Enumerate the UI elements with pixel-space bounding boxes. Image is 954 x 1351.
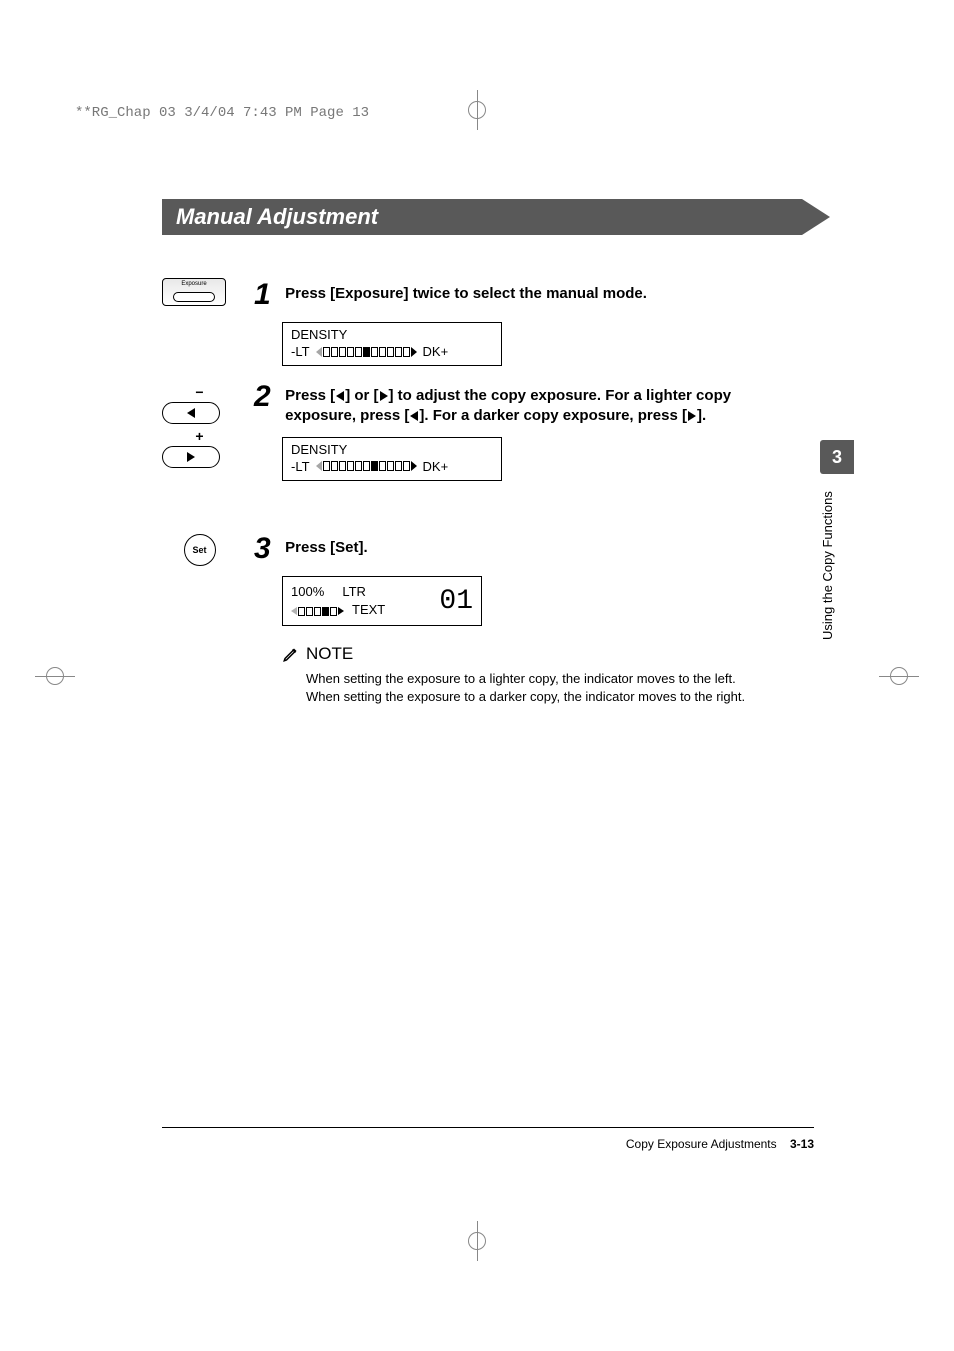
exposure-key-icon: Exposure bbox=[162, 278, 237, 306]
right-triangle-icon-2 bbox=[688, 411, 696, 421]
crop-mark-bottom-icon bbox=[457, 1221, 497, 1261]
footer: Copy Exposure Adjustments 3-13 bbox=[626, 1137, 814, 1151]
lcd3-mode: TEXT bbox=[352, 601, 385, 619]
set-key-icon-wrap: Set bbox=[162, 534, 237, 566]
note-heading: NOTE bbox=[306, 644, 353, 664]
minus-sign: − bbox=[162, 384, 237, 400]
print-header: **RG_Chap 03 3/4/04 7:43 PM Page 13 bbox=[75, 105, 369, 121]
arrow-keys-icon: − + bbox=[162, 384, 237, 472]
left-triangle-icon bbox=[336, 391, 344, 401]
chapter-label: Using the Copy Functions bbox=[820, 486, 835, 646]
crop-mark-left-icon bbox=[35, 656, 75, 696]
footer-rule bbox=[162, 1127, 814, 1128]
section-title: Manual Adjustment bbox=[162, 199, 802, 235]
set-key-icon: Set bbox=[184, 534, 216, 566]
step-2-text: Press [] or [] to adjust the copy exposu… bbox=[285, 380, 785, 427]
step-2: − + 2 Press [] or [] to adjust the copy … bbox=[162, 380, 802, 481]
chapter-number: 3 bbox=[820, 440, 854, 474]
crop-mark-right-icon bbox=[879, 656, 919, 696]
s2-frag-a: Press [ bbox=[285, 387, 335, 404]
mini-density-bar-icon bbox=[291, 607, 344, 616]
lcd1-title: DENSITY bbox=[291, 327, 493, 342]
exposure-key-label: Exposure bbox=[181, 281, 206, 287]
note-body: When setting the exposure to a lighter c… bbox=[282, 670, 752, 706]
right-triangle-icon bbox=[380, 391, 388, 401]
lcd3-count: 01 bbox=[439, 586, 473, 617]
s2-frag-d: ]. For a darker copy exposure, press [ bbox=[419, 407, 687, 424]
lcd-display-2: DENSITY -LT DK+ bbox=[282, 437, 502, 481]
step-1: Exposure 1 Press [Exposure] twice to sel… bbox=[162, 278, 802, 366]
plus-sign: + bbox=[162, 428, 237, 444]
step-number-1: 1 bbox=[254, 278, 271, 312]
s2-frag-b: ] or [ bbox=[345, 387, 378, 404]
step-3-text: Press [Set]. bbox=[285, 532, 368, 558]
note-block: NOTE When setting the exposure to a ligh… bbox=[282, 644, 752, 706]
lcd1-left-label: -LT bbox=[291, 344, 310, 359]
lcd3-paper: LTR bbox=[342, 584, 366, 599]
step-3: Set 3 Press [Set]. 100% LTR TEXT 01 bbox=[162, 532, 802, 626]
left-arrow-key-icon bbox=[162, 402, 220, 424]
chapter-tab: 3 Using the Copy Functions bbox=[820, 440, 854, 650]
left-triangle-icon-2 bbox=[410, 411, 418, 421]
lcd-display-3: 100% LTR TEXT 01 bbox=[282, 576, 482, 626]
right-arrow-key-icon bbox=[162, 446, 220, 468]
density-bar-1-icon bbox=[316, 347, 417, 357]
footer-section: Copy Exposure Adjustments bbox=[626, 1137, 777, 1151]
step-1-text: Press [Exposure] twice to select the man… bbox=[285, 278, 647, 304]
footer-page: 3-13 bbox=[790, 1137, 814, 1151]
s2-frag-e: ]. bbox=[697, 407, 706, 424]
step-number-2: 2 bbox=[254, 380, 271, 414]
lcd2-title: DENSITY bbox=[291, 442, 493, 457]
lcd-display-1: DENSITY -LT DK+ bbox=[282, 322, 502, 366]
density-bar-2-icon bbox=[316, 461, 417, 471]
step-number-3: 3 bbox=[254, 532, 271, 566]
lcd2-right-label: DK+ bbox=[423, 459, 449, 474]
pencil-icon bbox=[282, 645, 300, 663]
crop-mark-top-icon bbox=[457, 90, 497, 130]
lcd1-right-label: DK+ bbox=[423, 344, 449, 359]
lcd3-zoom: 100% bbox=[291, 584, 324, 599]
lcd2-left-label: -LT bbox=[291, 459, 310, 474]
